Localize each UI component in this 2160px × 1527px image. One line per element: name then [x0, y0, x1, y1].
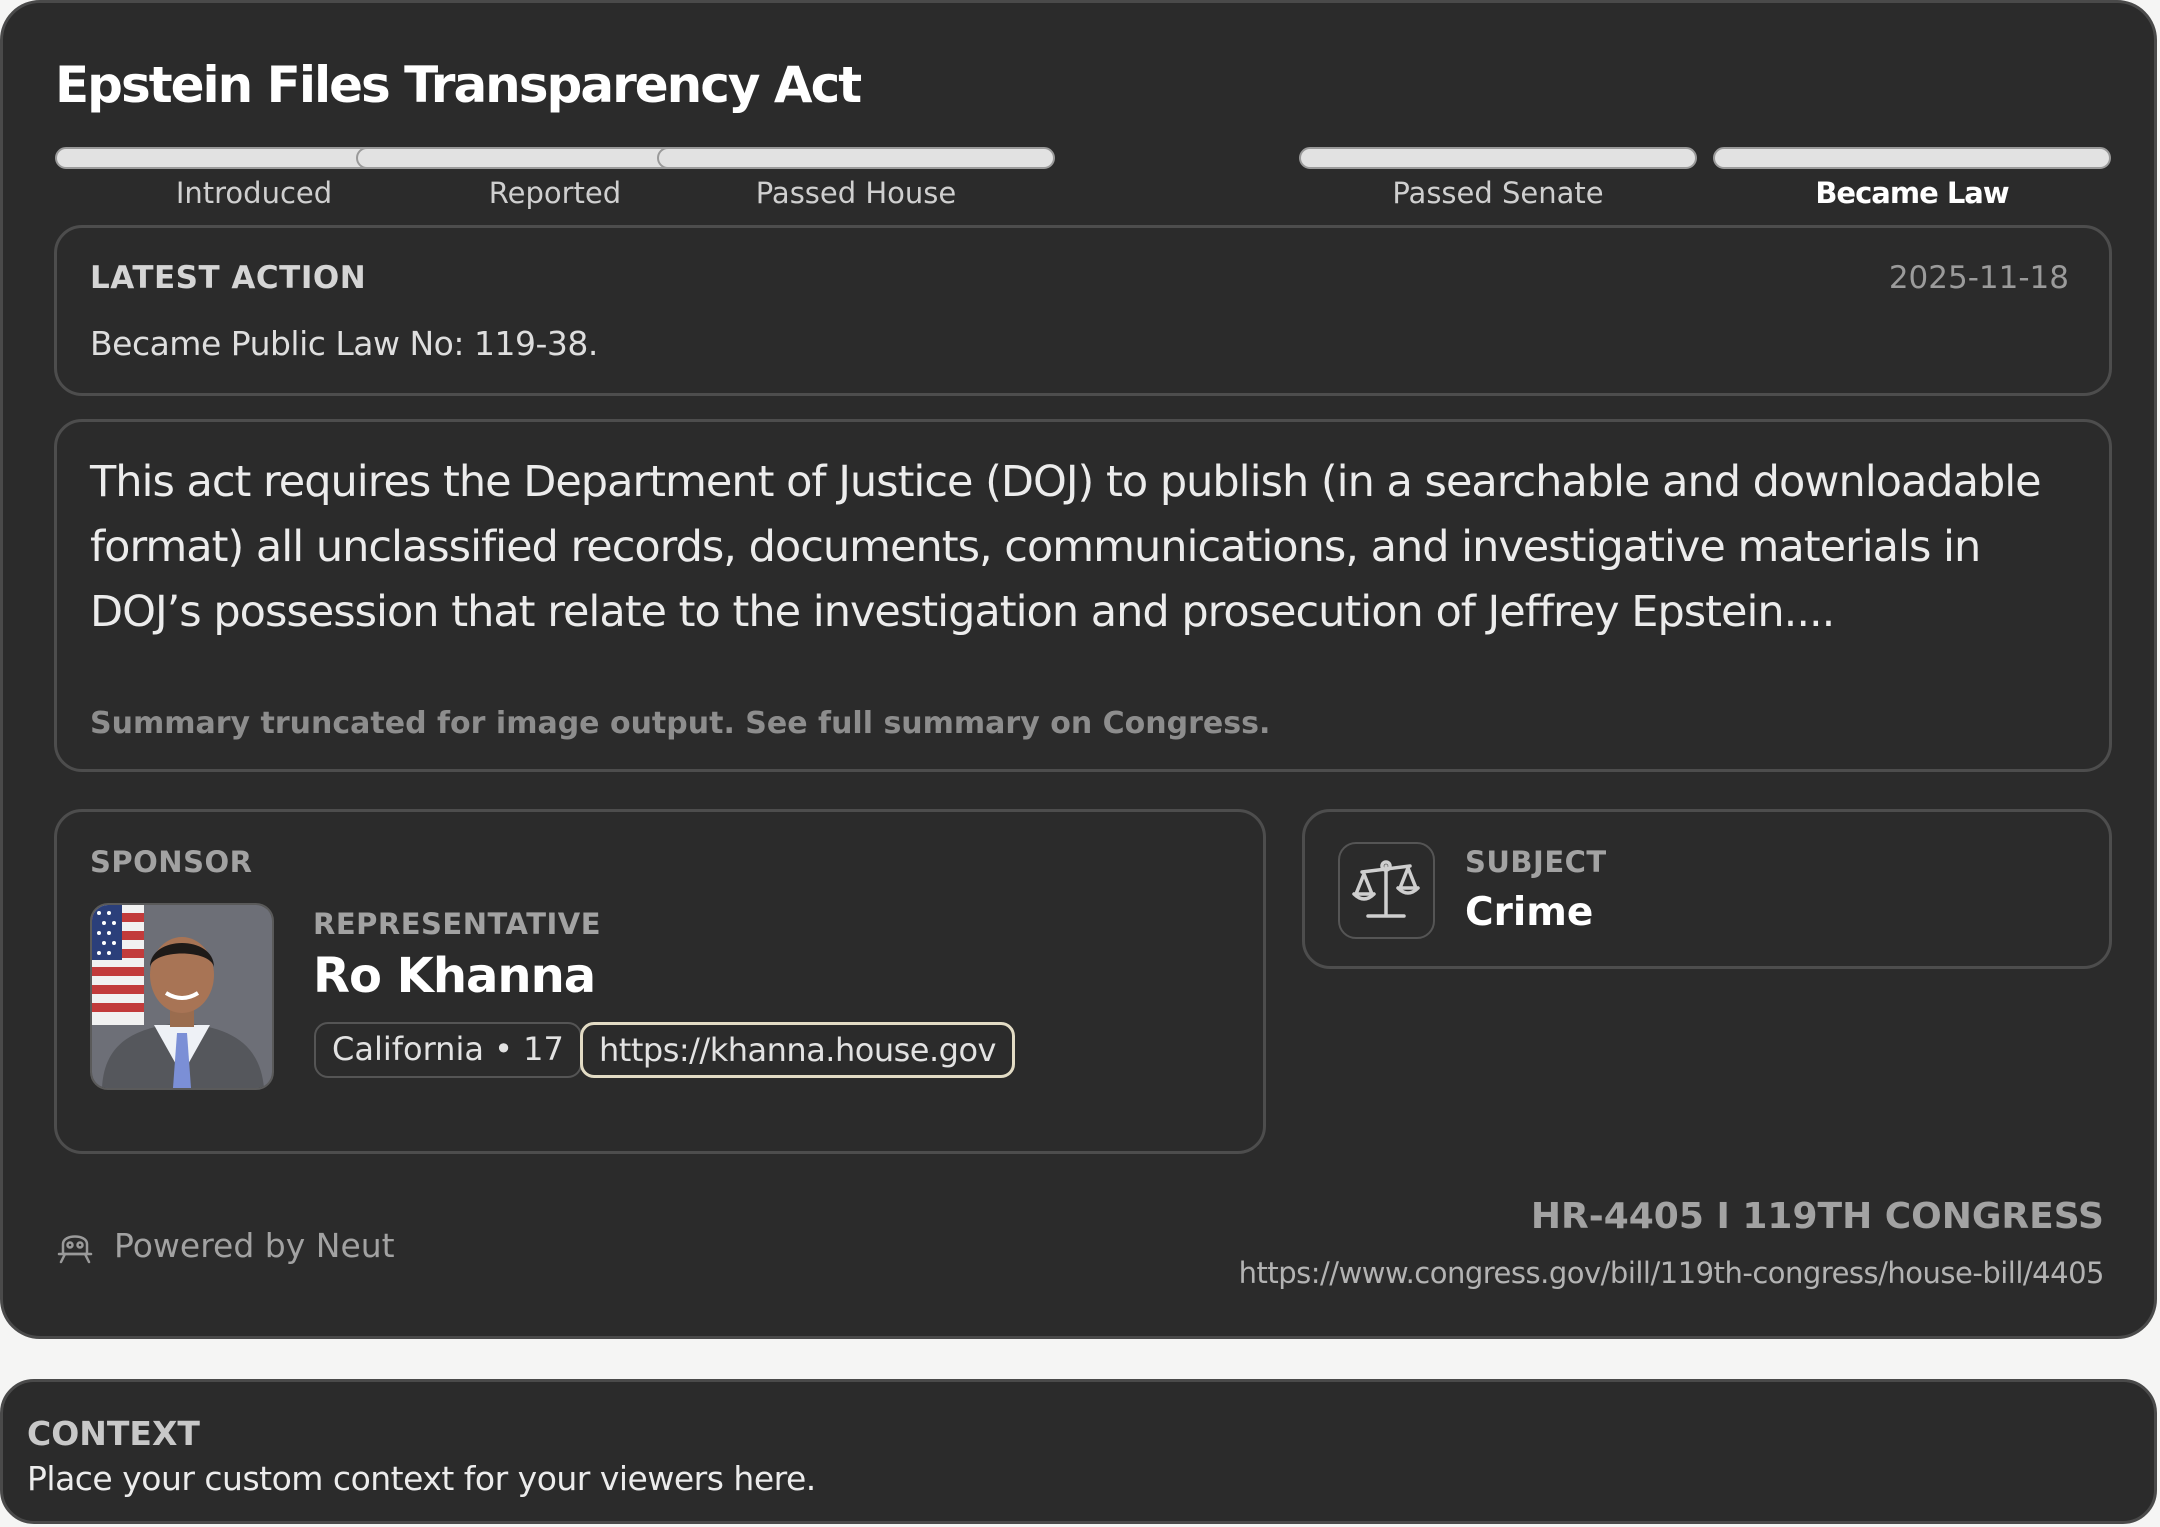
progress-bar — [657, 147, 1055, 169]
bill-id-label: HR-4405 I 119TH CONGRESS — [1530, 1196, 2104, 1237]
context-heading: CONTEXT — [27, 1414, 200, 1453]
summary-text: This act requires the Department of Just… — [90, 457, 2042, 637]
progress-step-passed-senate: Passed Senate — [1299, 147, 1697, 213]
powered-by-label: Powered by Neut — [114, 1226, 395, 1265]
bill-congress-link[interactable]: https://www.congress.gov/bill/119th-cong… — [1239, 1253, 2105, 1293]
bill-progress-tracker: Introduced Reported Passed House Passed … — [55, 147, 2111, 213]
progress-step-label: Passed Senate — [1392, 176, 1604, 210]
latest-action-panel: LATEST ACTION 2025-11-18 Became Public L… — [54, 225, 2112, 396]
progress-step-became-law: Became Law — [1713, 147, 2111, 213]
latest-action-date: 2025-11-18 — [1888, 260, 2069, 296]
sponsor-panel: SPONSOR REPRESENTATIVE Ro Khanna Califor… — [54, 809, 1266, 1154]
bill-card: Epstein Files Transparency Act Introduce… — [0, 0, 2157, 1339]
summary-panel: This act requires the Department of Just… — [54, 419, 2112, 772]
progress-bar — [1299, 147, 1697, 169]
latest-action-text: Became Public Law No: 119-38. — [90, 324, 598, 363]
context-panel: CONTEXT Place your custom context for yo… — [0, 1379, 2157, 1524]
neut-logo-icon — [53, 1224, 97, 1268]
summary-truncation-note: Summary truncated for image output. See … — [90, 706, 1271, 741]
latest-action-heading: LATEST ACTION — [90, 260, 367, 296]
sponsor-photo — [90, 903, 274, 1090]
sponsor-website-link[interactable]: https://khanna.house.gov — [580, 1022, 1015, 1078]
scales-icon — [1338, 842, 1435, 939]
sponsor-name: Ro Khanna — [313, 948, 596, 1004]
progress-step-passed-house: Passed House — [657, 147, 1055, 213]
context-text: Place your custom context for your viewe… — [27, 1459, 816, 1498]
bill-title: Epstein Files Transparency Act — [55, 56, 862, 114]
subject-panel: SUBJECT Crime — [1302, 809, 2112, 969]
sponsor-heading: SPONSOR — [90, 845, 253, 879]
progress-bar — [1713, 147, 2111, 169]
subject-value: Crime — [1465, 890, 1594, 935]
sponsor-district-badge: California • 17 — [314, 1022, 582, 1078]
progress-step-label: Passed House — [755, 176, 957, 210]
subject-heading: SUBJECT — [1465, 845, 1607, 879]
sponsor-role: REPRESENTATIVE — [313, 907, 602, 941]
progress-step-label: Became Law — [1815, 176, 2009, 210]
